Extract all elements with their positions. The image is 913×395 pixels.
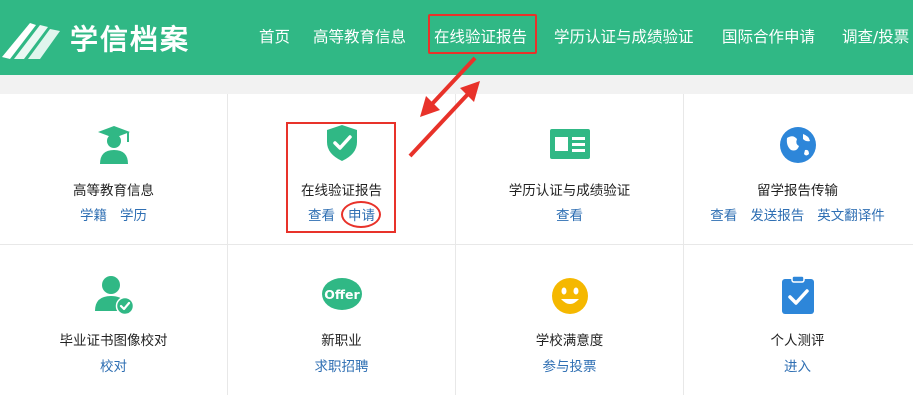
annotation-arrows	[408, 56, 480, 158]
arrow-down-line	[430, 56, 477, 106]
arrow-up-line	[408, 92, 470, 158]
